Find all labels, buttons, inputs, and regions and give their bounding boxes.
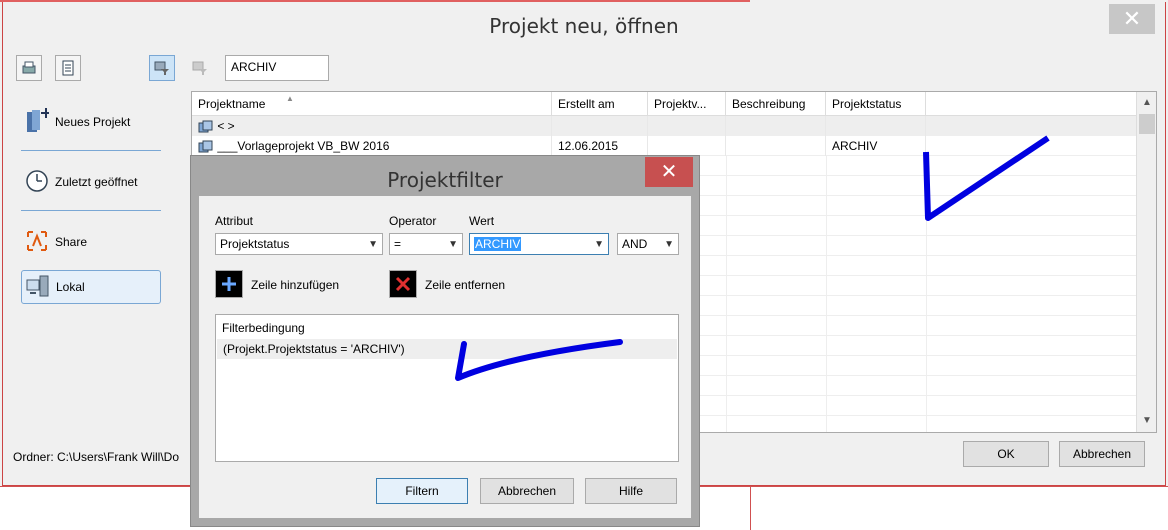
table-header: Projektname ▲ Erstellt am Projektv... Be… — [192, 92, 1136, 116]
checkmark-annotation — [923, 135, 1050, 221]
sort-ascending-icon: ▲ — [286, 94, 294, 103]
operator-select[interactable]: = ▼ — [389, 233, 463, 255]
computer-icon — [26, 274, 50, 301]
sidebar-item-new-project[interactable]: Neues Projekt — [21, 105, 161, 139]
column-header-version[interactable]: Projektv... — [648, 92, 726, 116]
scroll-up-icon[interactable]: ▲ — [1137, 94, 1156, 112]
logic-selected: AND — [622, 237, 648, 251]
remove-row-icon[interactable] — [389, 270, 417, 298]
status-cell: ARCHIV — [826, 136, 926, 156]
row-name: ___Vorlageprojekt VB_BW 2016 — [217, 139, 390, 153]
folder-path: Ordner: C:\Users\Frank Will\Do — [13, 450, 180, 464]
version-cell — [648, 136, 726, 156]
dialog-title-bar: Projektfilter ✕ — [191, 156, 699, 196]
column-header-description[interactable]: Beschreibung — [726, 92, 826, 116]
version-cell — [648, 116, 726, 136]
attribute-label: Attribut — [215, 214, 254, 228]
operator-label: Operator — [389, 214, 437, 228]
project-icon — [198, 120, 213, 133]
chevron-down-icon: ▼ — [664, 238, 674, 250]
status-cell — [826, 116, 926, 136]
new-project-icon — [25, 107, 51, 137]
created-cell: 12.06.2015 — [552, 136, 648, 156]
remove-filter-icon[interactable] — [187, 55, 213, 81]
value-select[interactable]: ARCHIV ▼ — [469, 233, 609, 255]
ok-button[interactable]: OK — [963, 441, 1049, 467]
cancel-button[interactable]: Abbrechen — [1059, 441, 1145, 467]
sidebar-item-label: Neues Projekt — [55, 115, 131, 129]
project-icon — [198, 140, 213, 153]
window-title: Projekt neu, öffnen — [489, 14, 679, 38]
column-header-status[interactable]: Projektstatus — [826, 92, 926, 116]
attribute-selected: Projektstatus — [220, 237, 290, 251]
chevron-down-icon: ▼ — [368, 238, 378, 250]
remove-row-label[interactable]: Zeile entfernen — [425, 278, 505, 292]
created-cell — [552, 116, 648, 136]
name-cell: < > — [192, 116, 552, 136]
chevron-down-icon: ▼ — [594, 238, 604, 250]
sidebar-divider — [21, 210, 161, 211]
filter-condition-header: Filterbedingung — [222, 321, 305, 335]
row-name: < > — [217, 119, 235, 133]
description-cell — [726, 116, 826, 136]
share-icon — [25, 229, 49, 256]
clock-icon — [25, 169, 49, 196]
scroll-thumb[interactable] — [1139, 114, 1155, 134]
filter-value-field[interactable]: ARCHIV — [225, 55, 329, 81]
logic-select[interactable]: AND ▼ — [617, 233, 679, 255]
add-row-label[interactable]: Zeile hinzufügen — [251, 278, 339, 292]
dialog-close-button[interactable]: ✕ — [645, 157, 693, 187]
description-cell — [726, 136, 826, 156]
filter-button[interactable]: Filtern — [376, 478, 468, 504]
dialog-title: Projektfilter — [387, 168, 503, 192]
column-header-name[interactable]: Projektname ▲ — [192, 92, 552, 116]
print-icon[interactable] — [16, 55, 42, 81]
sidebar-item-local[interactable]: Lokal — [21, 270, 161, 304]
add-row-icon[interactable] — [215, 270, 243, 298]
sidebar-item-label: Zuletzt geöffnet — [55, 175, 138, 189]
column-header-created[interactable]: Erstellt am — [552, 92, 648, 116]
vertical-scrollbar[interactable]: ▲ ▼ — [1136, 92, 1156, 432]
value-label: Wert — [469, 214, 495, 228]
attribute-select[interactable]: Projektstatus ▼ — [215, 233, 383, 255]
sidebar-item-label: Share — [55, 235, 88, 249]
name-cell: ___Vorlageprojekt VB_BW 2016 — [192, 136, 552, 156]
operator-selected: = — [394, 237, 402, 251]
chevron-down-icon: ▼ — [448, 238, 458, 250]
title-bar: Projekt neu, öffnen ✕ — [3, 2, 1165, 46]
document-icon[interactable] — [55, 55, 81, 81]
scroll-down-icon[interactable]: ▼ — [1137, 412, 1156, 430]
sidebar-item-recent[interactable]: Zuletzt geöffnet — [21, 165, 161, 199]
column-label: Projektname — [198, 97, 266, 111]
checkmark-annotation — [455, 339, 623, 381]
sidebar-item-share[interactable]: Share — [21, 225, 161, 259]
window-close-button[interactable]: ✕ — [1109, 4, 1155, 34]
value-selected: ARCHIV — [474, 237, 522, 251]
filter-icon[interactable] — [149, 55, 175, 81]
dialog-cancel-button[interactable]: Abbrechen — [480, 478, 574, 504]
sidebar-item-label: Lokal — [56, 280, 85, 294]
help-button[interactable]: Hilfe — [585, 478, 677, 504]
sidebar-divider — [21, 150, 161, 151]
